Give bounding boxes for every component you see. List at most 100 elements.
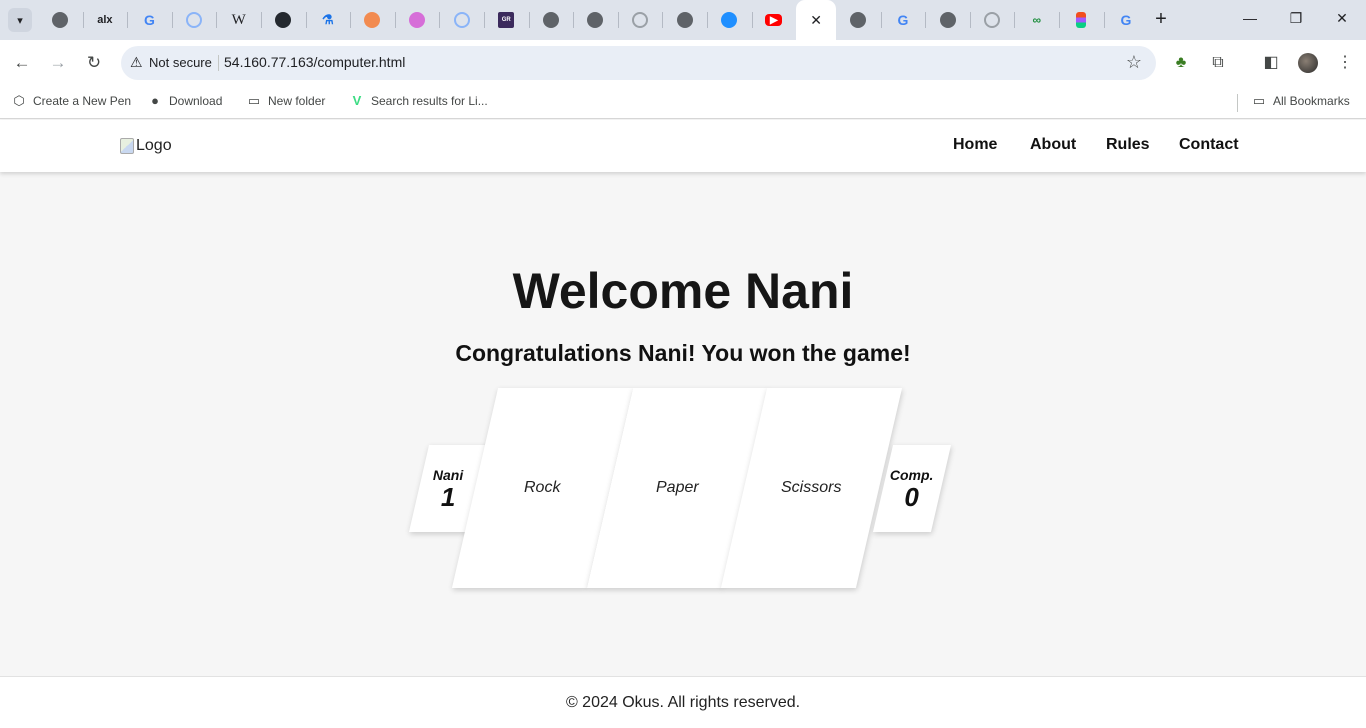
side-panel-icon[interactable]: ◧ (1260, 52, 1282, 74)
figma-icon (1076, 12, 1087, 28)
globe-icon (676, 12, 693, 28)
url-text[interactable]: 54.160.77.163/computer.html (224, 54, 405, 70)
codepen-icon: ⬡ (13, 93, 25, 108)
address-bar[interactable]: ⚠ Not secure 54.160.77.163/computer.html… (121, 46, 1156, 80)
new-tab-button[interactable]: + (1150, 9, 1172, 31)
folder-icon: ▭ (1252, 93, 1266, 108)
warning-icon[interactable]: ⚠ (130, 54, 143, 71)
broken-image-icon (120, 138, 134, 154)
welcome-heading: Welcome Nani (512, 263, 854, 319)
browser-tab[interactable] (171, 0, 217, 40)
bookmark-label: Create a New Pen (33, 94, 132, 108)
tab-active[interactable]: ✕ (796, 0, 837, 40)
divider (218, 55, 219, 71)
security-label[interactable]: Not secure (149, 55, 212, 70)
nav-link-about[interactable]: About (1030, 136, 1076, 154)
browser-tab[interactable] (260, 0, 306, 40)
browser-tab[interactable]: ⚗ (305, 0, 351, 40)
choice-label: Paper (656, 479, 699, 496)
menu-dots-icon[interactable]: ⋮ (1334, 52, 1356, 74)
green-app-icon: ∞ (1032, 13, 1042, 27)
flask-icon: ⚗ (322, 12, 334, 27)
close-window-icon[interactable]: ✕ (1332, 10, 1352, 27)
browser-tab[interactable] (617, 0, 663, 40)
pink-app-icon (409, 12, 426, 28)
back-arrow-icon[interactable]: ← (10, 51, 34, 75)
puzzle-piece-icon[interactable]: ⧉ (1207, 52, 1229, 74)
player-score: 1 (440, 481, 456, 512)
bookmark-label: Search results for Li... (371, 93, 488, 108)
orange-app-icon (364, 12, 381, 28)
browser-tab[interactable] (969, 0, 1015, 40)
folder-icon: ▭ (247, 93, 261, 108)
globe-icon: ● (151, 93, 159, 108)
browser-tab[interactable] (439, 0, 484, 40)
minimize-icon[interactable]: — (1240, 10, 1260, 26)
bookmark-label: All Bookmarks (1273, 94, 1350, 108)
copyright-text: © 2024 Okus. All rights reserved. (565, 694, 801, 711)
bookmark-item[interactable]: ⬡ Create a New Pen (12, 93, 131, 109)
chevron-down-icon: ▾ (17, 14, 23, 27)
site-footer: © 2024 Okus. All rights reserved. (0, 676, 1366, 728)
browser-tab[interactable]: G (880, 0, 926, 40)
browser-tab[interactable] (662, 0, 707, 40)
computer-score: 0 (904, 481, 920, 512)
browser-tab[interactable] (1059, 0, 1104, 40)
browser-tab[interactable] (350, 0, 395, 40)
browser-tab[interactable]: W (216, 0, 261, 40)
browser-tab[interactable]: ▶ (751, 0, 797, 40)
result-message: Congratulations Nani! You won the game! (455, 340, 911, 366)
choice-label: Scissors (781, 479, 842, 496)
google-icon: G (144, 12, 155, 28)
browser-tab[interactable] (573, 0, 618, 40)
nav-link-contact[interactable]: Contact (1179, 136, 1239, 154)
browser-tab[interactable]: G (127, 0, 172, 40)
bookmark-item[interactable]: ▭ New folder (247, 93, 326, 109)
bookmark-label: New folder (268, 94, 326, 108)
tab-search-button[interactable]: ▾ (8, 8, 32, 32)
globe-icon (939, 12, 956, 28)
browser-tab[interactable] (528, 0, 574, 40)
tab-strip: ▾ alx G W ⚗ GR ▶ ✕ G ∞ G + — ❐ ✕ (0, 0, 1366, 40)
restore-icon[interactable]: ❐ (1286, 10, 1306, 27)
browser-tab[interactable]: alx (82, 0, 128, 40)
wikipedia-icon: W (231, 11, 246, 28)
browser-tab[interactable] (706, 0, 752, 40)
bookmark-item[interactable]: ● Download (148, 93, 222, 108)
browser-toolbar: ← → ↻ ⚠ Not secure 54.160.77.163/compute… (0, 40, 1366, 86)
google-icon: G (897, 12, 909, 28)
browser-tab[interactable] (836, 0, 881, 40)
google-icon: G (1120, 12, 1132, 28)
reload-icon[interactable]: ↻ (82, 51, 106, 75)
nav-link-home[interactable]: Home (953, 136, 997, 154)
globe-icon (587, 12, 604, 28)
youtube-icon: ▶ (765, 14, 783, 26)
grok-icon: GR (498, 12, 515, 28)
computer-name: Comp. (890, 466, 934, 483)
globe-icon (52, 12, 69, 28)
close-tab-icon[interactable]: ✕ (810, 12, 822, 29)
logo-alt-text: Logo (136, 137, 172, 154)
browser-tab[interactable]: GR (483, 0, 529, 40)
globe-icon (542, 12, 559, 28)
profile-avatar[interactable] (1298, 53, 1318, 73)
site-header: Logo Home About Rules Contact (0, 120, 1366, 172)
player-name: Nani (432, 466, 464, 483)
bookmark-star-icon[interactable]: ☆ (1126, 52, 1142, 73)
browser-tab[interactable]: ∞ (1014, 0, 1059, 40)
bookmark-item[interactable]: V Search results for Li... (350, 93, 488, 108)
all-bookmarks-button[interactable]: ▭ All Bookmarks (1252, 93, 1350, 109)
bookmarks-bar: ⬡ Create a New Pen ● Download ▭ New fold… (0, 86, 1366, 119)
browser-tab[interactable] (925, 0, 970, 40)
forward-arrow-icon[interactable]: → (46, 51, 70, 75)
tab-list: alx G W ⚗ GR ▶ ✕ G ∞ G (38, 0, 1148, 40)
browser-tab[interactable]: G (1103, 0, 1149, 40)
nav-link-rules[interactable]: Rules (1106, 136, 1150, 154)
site-logo[interactable]: Logo (120, 137, 172, 155)
extension-tree-icon[interactable]: ♣ (1170, 52, 1192, 74)
browser-tab[interactable] (394, 0, 440, 40)
messenger-icon (721, 12, 738, 28)
ring-icon (984, 12, 1001, 28)
divider (1237, 94, 1238, 112)
browser-tab[interactable] (38, 0, 83, 40)
